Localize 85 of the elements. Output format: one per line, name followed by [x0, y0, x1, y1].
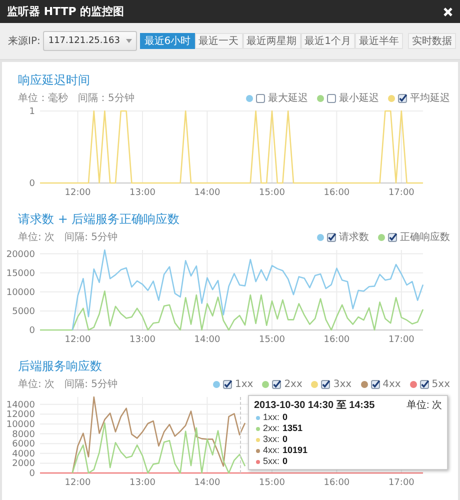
caret-icon — [126, 39, 132, 43]
legend-checkbox[interactable] — [420, 380, 429, 388]
legend-checkbox[interactable] — [256, 94, 265, 102]
x-axis-label: 15:00 — [259, 478, 285, 487]
x-axis-label: 12:00 — [64, 478, 91, 487]
x-axis-label: 14:00 — [194, 335, 220, 344]
legend-checkbox[interactable] — [327, 94, 336, 102]
x-axis-label: 12:00 — [64, 335, 91, 344]
y-axis-label: 0 — [29, 179, 35, 189]
section-title: 后端服务响应数 — [17, 358, 103, 375]
legend-checkbox[interactable] — [321, 380, 330, 388]
y-axis-label: 12000 — [6, 410, 35, 420]
x-axis-label: 16:00 — [324, 188, 350, 197]
legend-label[interactable]: 最大延迟 — [268, 91, 308, 105]
x-axis-label: 12:00 — [64, 188, 91, 197]
time-range-tab[interactable]: 最近6小时 — [140, 33, 195, 49]
series-value: 0 — [282, 412, 288, 423]
y-axis-label: 0 — [29, 469, 35, 479]
x-axis-label: 16:00 — [324, 478, 350, 487]
y-axis-label: 6000 — [12, 440, 35, 450]
series-label: 5xx: — [263, 456, 280, 467]
x-axis-label: 13:00 — [130, 335, 156, 344]
y-axis-label: 20000 — [6, 250, 35, 260]
time-range-tab[interactable]: 最近1个月 — [300, 33, 355, 49]
x-axis-label: 15:00 — [259, 188, 285, 197]
interval-text: 间隔: 5分钟 — [64, 230, 118, 244]
y-axis-label: 8000 — [12, 430, 35, 440]
legend-label[interactable]: 请求数 — [339, 230, 369, 244]
time-range-tab[interactable]: 最近两星期 — [242, 33, 301, 49]
realtime-button[interactable]: 实时数据 — [408, 33, 456, 49]
x-axis-label: 14:00 — [194, 188, 220, 197]
source-select[interactable]: 117.121.25.163 — [43, 31, 137, 51]
time-range-tab[interactable]: 最近一天 — [194, 33, 243, 49]
series-value: 0 — [282, 456, 288, 467]
x-axis-label: 13:00 — [130, 478, 156, 487]
unit-text: 单位: 次 — [18, 378, 55, 391]
interval-text: 间隔：5分钟 — [78, 92, 134, 105]
legend-label[interactable]: 平均延迟 — [410, 91, 450, 105]
legend-label[interactable]: 最小延迟 — [339, 91, 379, 105]
y-axis-label: 0 — [29, 326, 35, 336]
section-title: 响应延迟时间 — [17, 72, 91, 89]
y-axis-label: 14000 — [6, 400, 35, 410]
y-axis-label: 5000 — [12, 306, 35, 317]
series-label: 3xx: — [263, 434, 280, 445]
legend-label[interactable]: 3xx — [333, 378, 352, 390]
x-axis-label: 14:00 — [194, 478, 220, 487]
legend-checkbox[interactable] — [370, 380, 380, 388]
unit-text: 单位：毫秒 — [18, 92, 68, 105]
x-axis-label: 13:00 — [130, 188, 156, 197]
x-axis-label: 15:00 — [259, 335, 285, 344]
series-value: 0 — [282, 434, 288, 445]
legend-checkbox[interactable] — [388, 232, 397, 242]
y-axis-label: 10000 — [6, 288, 35, 298]
legend-label[interactable]: 正确响应数 — [400, 230, 450, 244]
x-axis-label: 17:00 — [388, 478, 414, 487]
x-axis-label: 17:00 — [388, 188, 414, 197]
window-title: 监听器 HTTP 的监控图 — [7, 4, 124, 19]
series-value: 1351 — [282, 423, 303, 434]
legend-label[interactable]: 4xx — [382, 378, 401, 390]
legend-label[interactable]: 1xx — [234, 378, 254, 390]
series-label: 1xx: — [263, 412, 280, 423]
series-value: 10191 — [282, 445, 308, 456]
x-axis-label: 16:00 — [324, 335, 350, 344]
legend-checkbox[interactable] — [398, 94, 407, 102]
series-label: 4xx: — [263, 445, 280, 456]
interval-text: 间隔: 5分钟 — [64, 378, 118, 391]
legend-label[interactable]: 2xx — [284, 378, 302, 390]
y-axis-label: 10000 — [6, 420, 35, 430]
tooltip-title: 2013-10-30 14:30 至 14:35 — [254, 399, 375, 412]
time-range-tab[interactable]: 最近半年 — [355, 33, 403, 49]
section-title: 请求数 + 后端服务正确响应数 — [17, 211, 181, 228]
legend-checkbox[interactable] — [327, 232, 336, 242]
y-axis-label: 2000 — [12, 459, 35, 470]
legend-checkbox[interactable] — [272, 380, 282, 388]
x-axis-label: 17:00 — [388, 335, 414, 344]
unit-text: 单位: 次 — [18, 230, 55, 244]
tooltip-unit: 单位: 次 — [406, 398, 442, 412]
legend-checkbox[interactable] — [222, 380, 232, 388]
close-icon[interactable] — [443, 6, 453, 16]
legend-label[interactable]: 5xx — [432, 378, 450, 390]
y-axis-label: 15000 — [6, 268, 35, 279]
series-label: 2xx: — [263, 423, 280, 434]
y-axis-label: 1 — [29, 107, 35, 117]
y-axis-label: 4000 — [12, 449, 35, 460]
source-label: 来源IP: — [8, 34, 40, 48]
